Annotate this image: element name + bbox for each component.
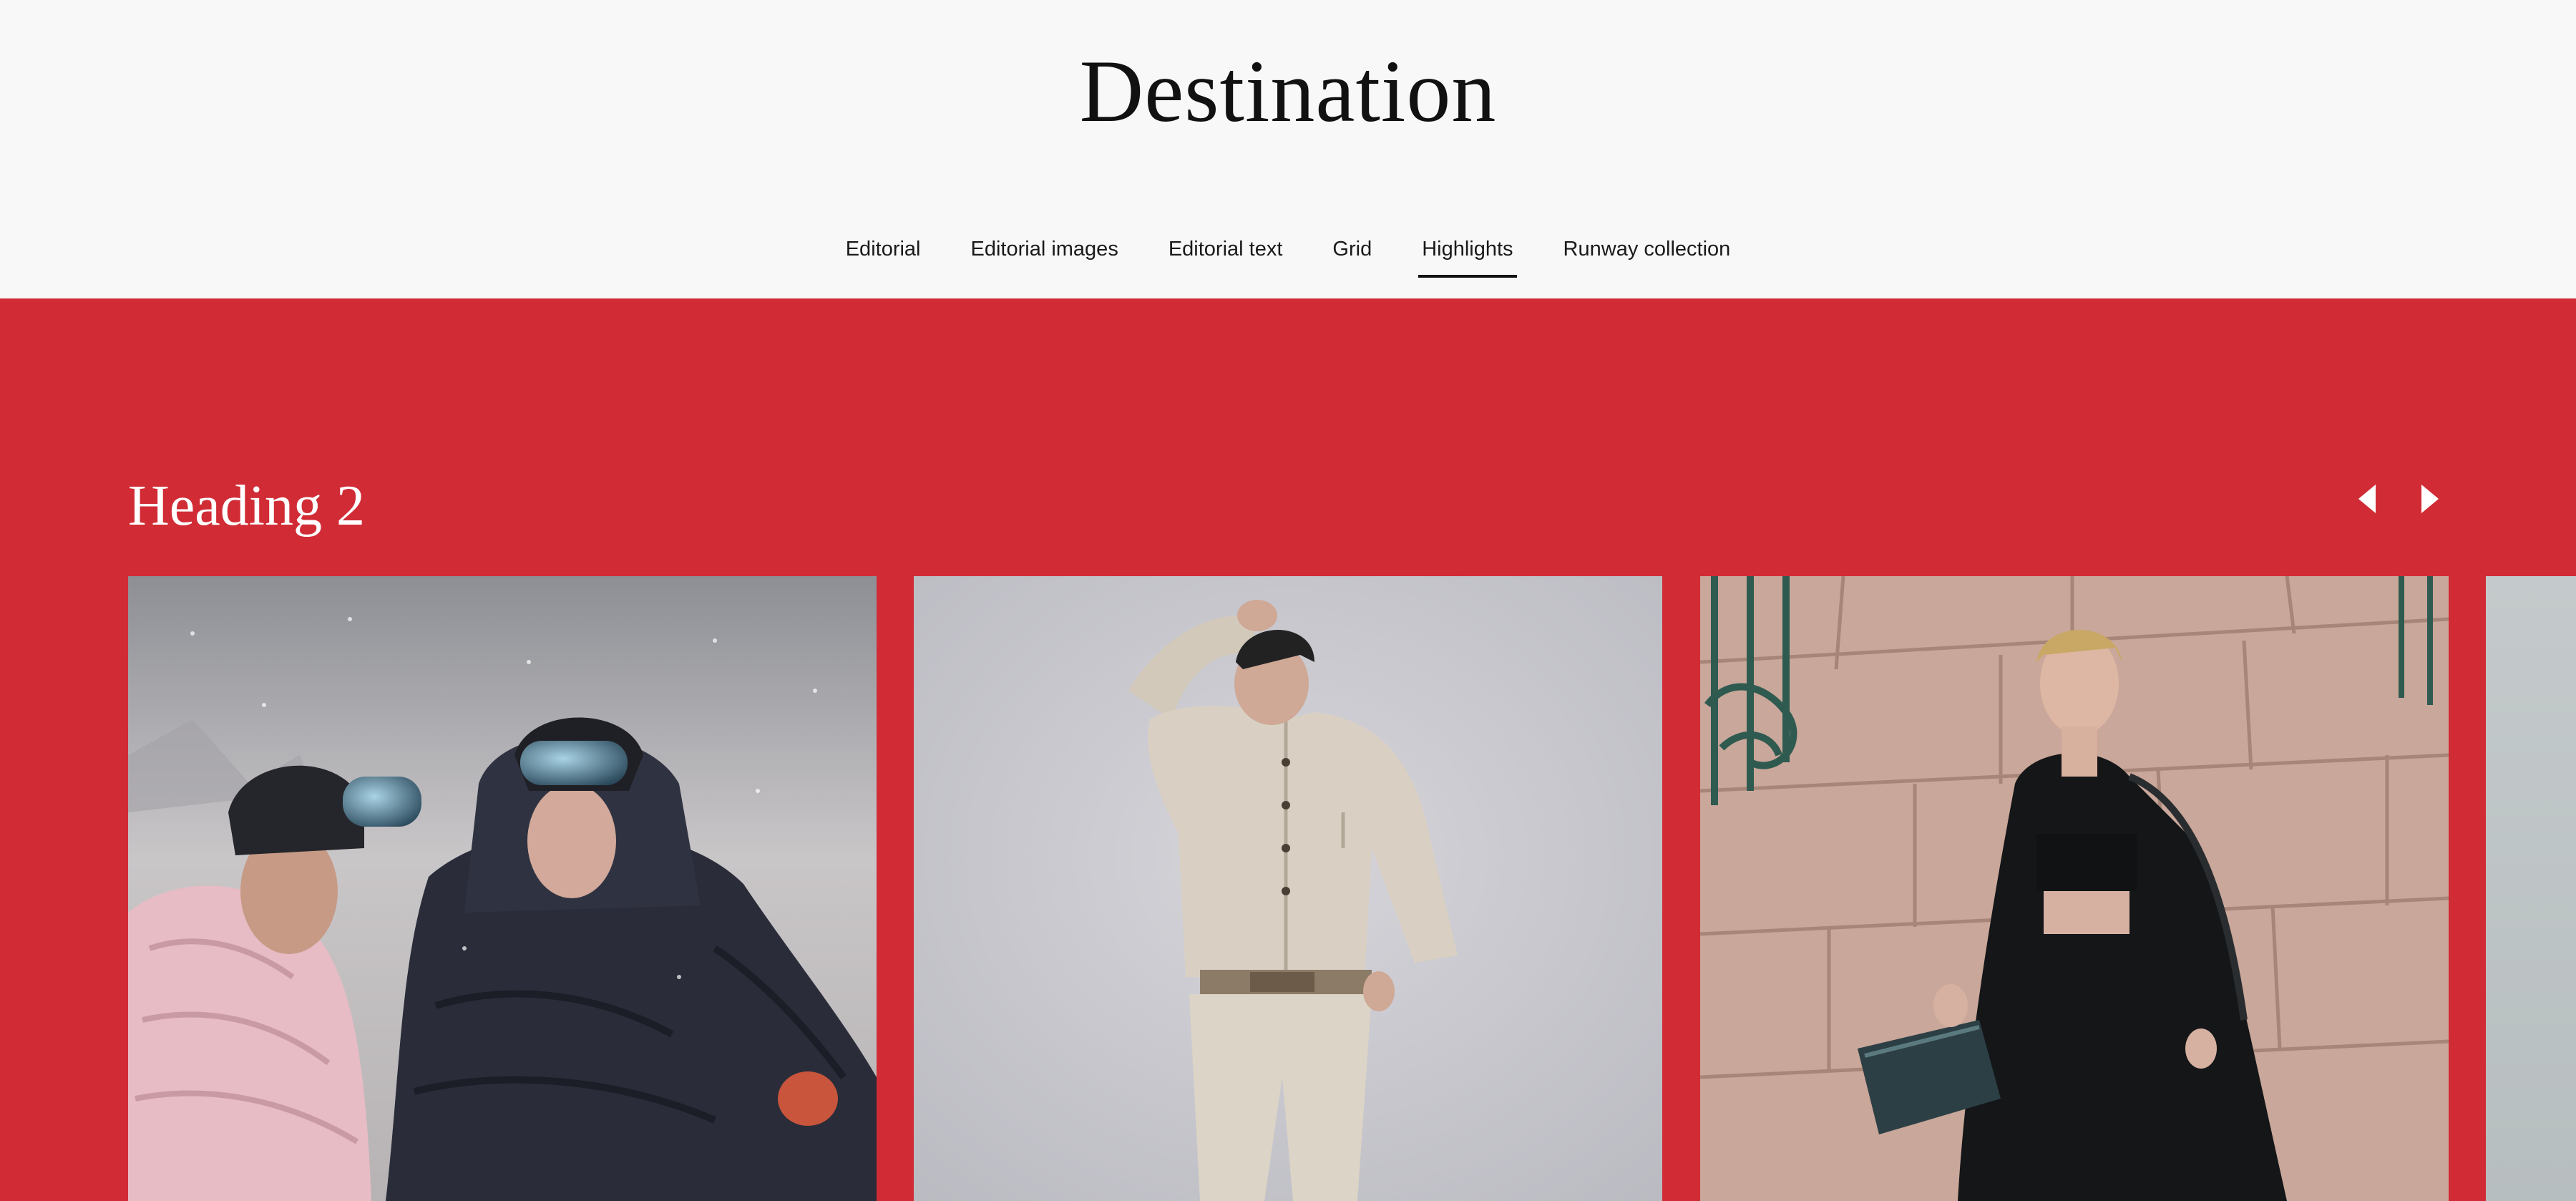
main-nav: Editorial Editorial images Editorial tex…: [0, 228, 2576, 279]
nav-item-runway-collection[interactable]: Runway collection: [1560, 228, 1735, 271]
highlights-section: Heading 2: [0, 298, 2576, 1201]
section-heading: Heading 2: [128, 475, 366, 538]
carousel-next-button[interactable]: [2409, 477, 2451, 520]
nav-item-highlights[interactable]: Highlights: [1418, 228, 1517, 278]
site-title: Destination: [1079, 42, 1497, 140]
carousel-card-2[interactable]: [914, 576, 1662, 1201]
site-header: Destination Editorial Editorial images E…: [0, 0, 2576, 298]
card-image-cream-jumpsuit: [914, 576, 1662, 1201]
carousel-card-1[interactable]: [128, 576, 877, 1201]
nav-item-editorial-text[interactable]: Editorial text: [1165, 228, 1287, 271]
card-image-black-coat: [1700, 576, 2449, 1201]
nav-item-editorial-images[interactable]: Editorial images: [967, 228, 1122, 271]
triangle-left-icon: [2358, 485, 2376, 513]
nav-item-editorial[interactable]: Editorial: [842, 228, 924, 271]
carousel-prev-button[interactable]: [2346, 477, 2389, 520]
card-image-two-models: [128, 576, 877, 1201]
nav-item-grid[interactable]: Grid: [1329, 228, 1375, 271]
triangle-right-icon: [2421, 485, 2439, 513]
card-image-partial: [2486, 576, 2576, 1201]
carousel-card-4[interactable]: [2486, 576, 2576, 1201]
carousel-card-3[interactable]: [1700, 576, 2449, 1201]
